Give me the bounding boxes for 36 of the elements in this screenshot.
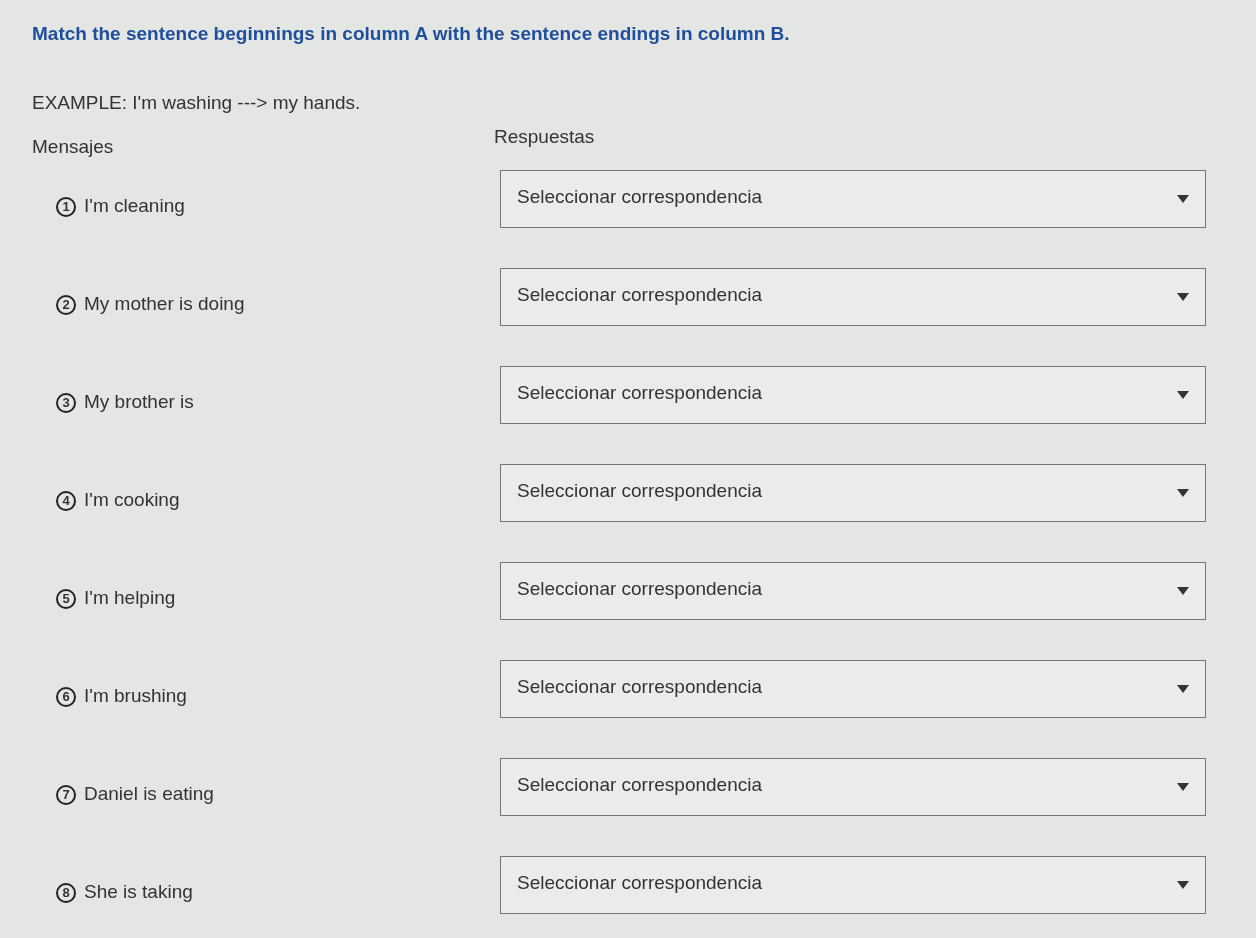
number-badge: 4 [56, 490, 76, 511]
prompt-text: Daniel is eating [84, 782, 214, 807]
caret-icon [1177, 292, 1189, 301]
number-badge: 8 [56, 882, 76, 903]
caret-icon [1177, 782, 1189, 791]
caret-icon [1177, 586, 1189, 595]
number-badge: 2 [56, 294, 76, 315]
match-dropdown[interactable]: Seleccionar correspondencia [500, 561, 1206, 620]
number-badge: 7 [56, 784, 76, 805]
caret-icon [1177, 194, 1189, 203]
match-dropdown[interactable]: Seleccionar correspondencia [500, 267, 1206, 326]
match-dropdown[interactable]: Seleccionar correspondencia [500, 169, 1206, 228]
caret-icon [1177, 488, 1189, 497]
match-dropdown[interactable]: Seleccionar correspondencia [500, 855, 1206, 914]
match-dropdown[interactable]: Seleccionar correspondencia [500, 757, 1206, 816]
match-dropdown[interactable]: Seleccionar correspondencia [500, 659, 1206, 718]
prompt-text: I'm brushing [84, 684, 187, 709]
match-dropdown[interactable]: Seleccionar correspondencia [500, 463, 1206, 522]
prompt-text: My brother is [84, 390, 194, 415]
prompt-text: My mother is doing [84, 292, 245, 317]
column-heading: Mensajes [32, 135, 115, 159]
prompt-text: I'm helping [84, 586, 176, 611]
prompt-text: She is taking [84, 880, 193, 905]
number-badge: 3 [56, 392, 76, 413]
prompt-text: I'm cleaning [84, 194, 185, 219]
example-text: EXAMPLE: I'm washing ---> my hands. [32, 90, 362, 115]
number-badge: 1 [56, 196, 76, 217]
number-badge: 5 [56, 588, 76, 609]
caret-icon [1177, 880, 1189, 889]
column-heading: Respuestas [494, 125, 595, 149]
caret-icon [1177, 684, 1189, 693]
instructions: Match the sentence beginnings in column A with the sentence endings in column B. [32, 22, 791, 46]
number-badge: 6 [56, 686, 76, 707]
match-dropdown[interactable]: Seleccionar correspondencia [500, 365, 1206, 424]
caret-icon [1177, 390, 1189, 399]
prompt-text: I'm cooking [84, 488, 180, 513]
